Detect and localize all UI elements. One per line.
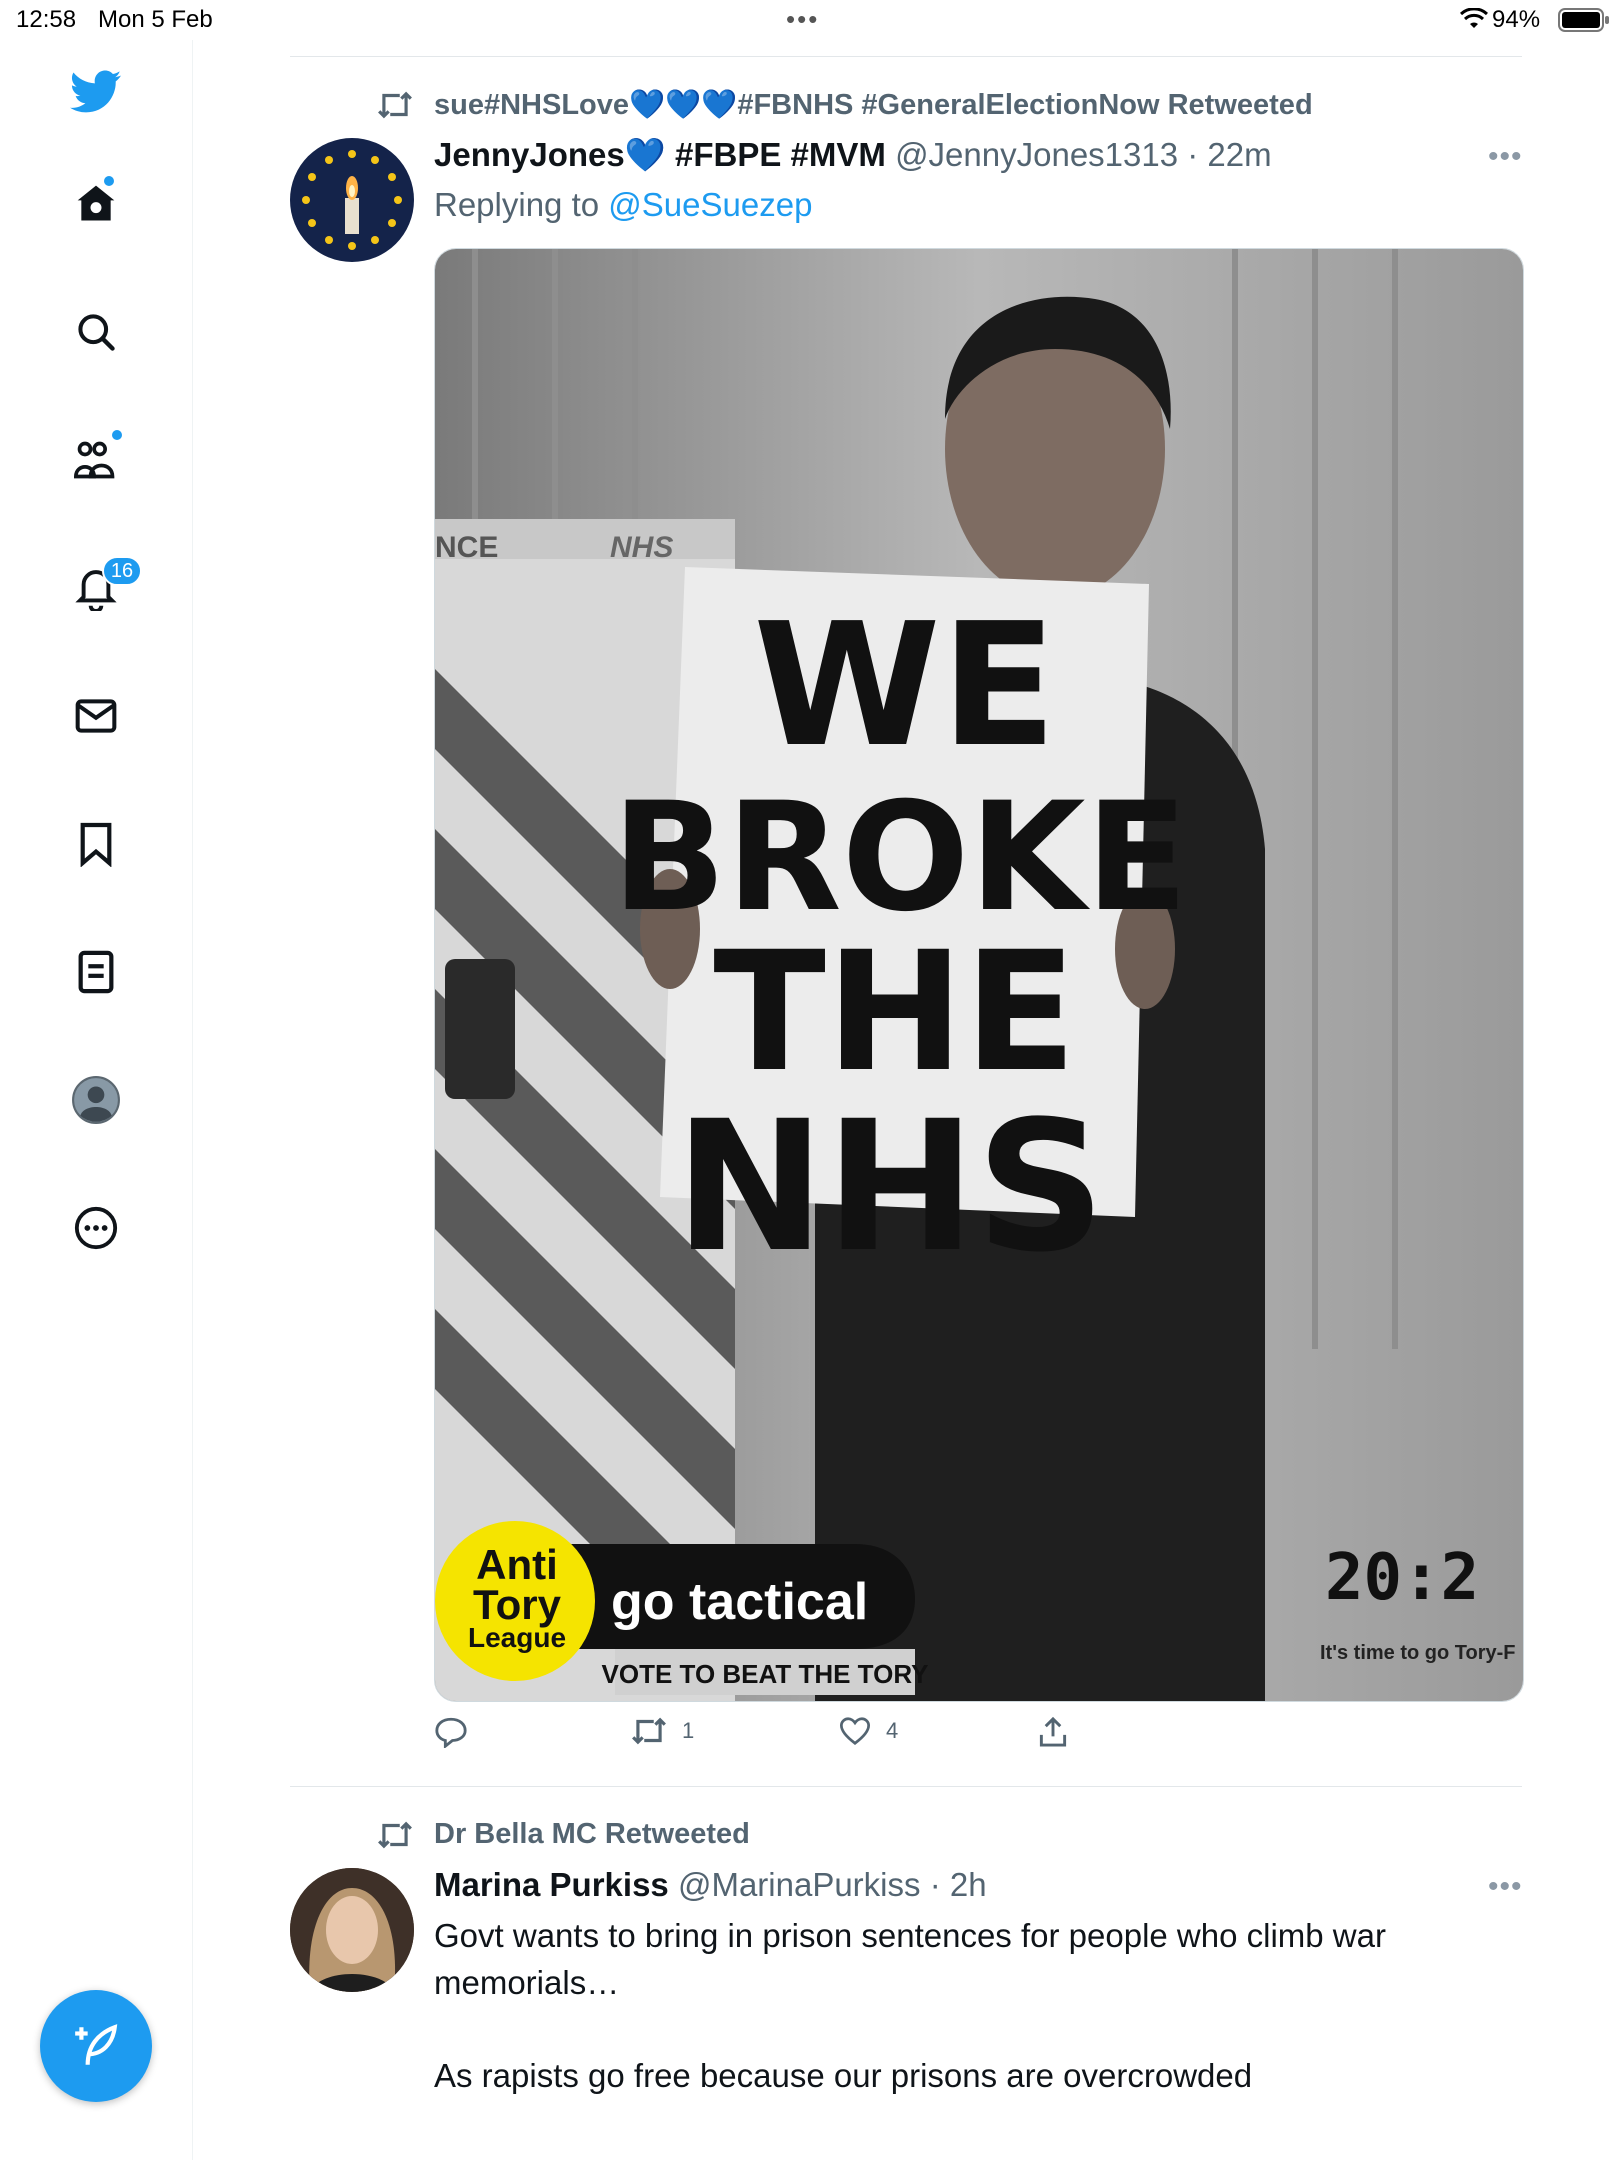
author-handle[interactable]: @MarinaPurkiss bbox=[678, 1866, 921, 1903]
retweeted-by[interactable]: Dr Bella MC Retweeted bbox=[434, 1818, 750, 1851]
heart-icon bbox=[839, 1717, 871, 1745]
tweet-time[interactable]: · 2h bbox=[930, 1866, 987, 1903]
wifi-icon bbox=[1460, 8, 1488, 28]
retweet-icon bbox=[378, 1821, 412, 1849]
logo-line-3: League bbox=[468, 1622, 566, 1653]
author-name[interactable]: JennyJones💙 #FBPE #MVM bbox=[434, 136, 886, 173]
tweet-image[interactable]: NCE NHS WE BROKE THE NHS Anti Tory Leagu… bbox=[434, 248, 1524, 1702]
retweeted-by[interactable]: sue#NHSLove💙💙💙#FBNHS #GeneralElectionNow… bbox=[434, 88, 1313, 122]
tweet-time[interactable]: · 22m bbox=[1187, 136, 1271, 173]
ambulance-text: NCE bbox=[435, 531, 498, 564]
profile-avatar-icon bbox=[72, 1076, 120, 1124]
communities-unread-dot bbox=[112, 430, 122, 440]
more-circle-icon bbox=[74, 1206, 118, 1250]
nav-messages[interactable] bbox=[68, 688, 124, 744]
status-time: 12:58 bbox=[16, 6, 77, 33]
home-unread-dot bbox=[104, 176, 114, 186]
nav-communities[interactable] bbox=[68, 430, 124, 488]
tweet-text: Govt wants to bring in prison sentences … bbox=[434, 1917, 1386, 2001]
battery-icon bbox=[1558, 8, 1609, 32]
image-banner: go tactical bbox=[611, 1573, 868, 1631]
reply-icon bbox=[435, 1717, 467, 1748]
search-icon bbox=[78, 314, 115, 351]
timeline-divider bbox=[290, 1786, 1522, 1787]
compose-button[interactable] bbox=[40, 1990, 152, 2102]
lists-icon bbox=[78, 950, 114, 994]
sign-line-1: WE bbox=[753, 587, 1057, 785]
author-name[interactable]: Marina Purkiss bbox=[434, 1866, 669, 1903]
like-count: 4 bbox=[886, 1718, 899, 1743]
sign-line-4: NHS bbox=[675, 1083, 1106, 1292]
nav-explore[interactable] bbox=[68, 304, 124, 360]
retweet-button[interactable]: 1 bbox=[630, 1716, 694, 1746]
nav-bookmarks[interactable] bbox=[68, 816, 124, 872]
mail-icon bbox=[75, 699, 117, 733]
compose-feather-icon bbox=[75, 2024, 118, 2065]
author-avatar[interactable] bbox=[290, 138, 414, 262]
multitask-dots-icon[interactable]: ••• bbox=[786, 4, 819, 35]
tweet-header: JennyJones💙 #FBPE #MVM @JennyJones1313 ·… bbox=[434, 136, 1272, 175]
retweet-icon bbox=[378, 91, 412, 119]
timeline-divider bbox=[290, 56, 1522, 57]
tweet-text: As rapists go free because our prisons a… bbox=[434, 2057, 1253, 2094]
communities-icon bbox=[73, 441, 115, 479]
ambulance-nhs-text: NHS bbox=[610, 531, 673, 564]
share-icon bbox=[1039, 1716, 1067, 1747]
reply-handle-link[interactable]: @SueSuezep bbox=[608, 186, 812, 223]
home-icon bbox=[77, 185, 115, 221]
retweet-action-icon bbox=[632, 1717, 666, 1745]
sign-line-3: THE bbox=[713, 916, 1076, 1108]
tweet-more-icon[interactable]: ••• bbox=[1488, 140, 1523, 174]
tweet-more-icon[interactable]: ••• bbox=[1488, 1870, 1523, 1904]
reply-button[interactable] bbox=[434, 1716, 468, 1748]
share-button[interactable] bbox=[1038, 1716, 1068, 1748]
image-year: 20:2 bbox=[1325, 1541, 1479, 1615]
image-banner-sub: VOTE TO BEAT THE TORY bbox=[602, 1659, 929, 1689]
battery-percent: 94% bbox=[1492, 6, 1541, 33]
retweet-count: 1 bbox=[682, 1718, 695, 1743]
replying-to: Replying to @SueSuezep bbox=[434, 186, 812, 224]
twitter-logo-icon[interactable] bbox=[68, 64, 124, 120]
nav-lists[interactable] bbox=[68, 944, 124, 1000]
notifications-badge: 16 bbox=[102, 556, 142, 586]
replying-to-label: Replying to bbox=[434, 186, 600, 223]
like-button[interactable]: 4 bbox=[838, 1716, 898, 1746]
bookmark-icon bbox=[80, 822, 112, 867]
status-bar: 12:58 Mon 5 Feb ••• 94% bbox=[0, 0, 1620, 40]
image-tagline: It's time to go Tory-F bbox=[1320, 1642, 1516, 1664]
nav-more[interactable] bbox=[68, 1200, 124, 1256]
nav-home[interactable] bbox=[68, 176, 124, 232]
author-avatar[interactable] bbox=[290, 1868, 414, 1992]
nav-profile[interactable] bbox=[68, 1072, 124, 1128]
logo-line-2: Tory bbox=[473, 1581, 562, 1628]
author-handle[interactable]: @JennyJones1313 bbox=[895, 136, 1178, 173]
status-date: Mon 5 Feb bbox=[98, 6, 213, 33]
tweet-header: Marina Purkiss @MarinaPurkiss · 2h bbox=[434, 1866, 987, 1904]
